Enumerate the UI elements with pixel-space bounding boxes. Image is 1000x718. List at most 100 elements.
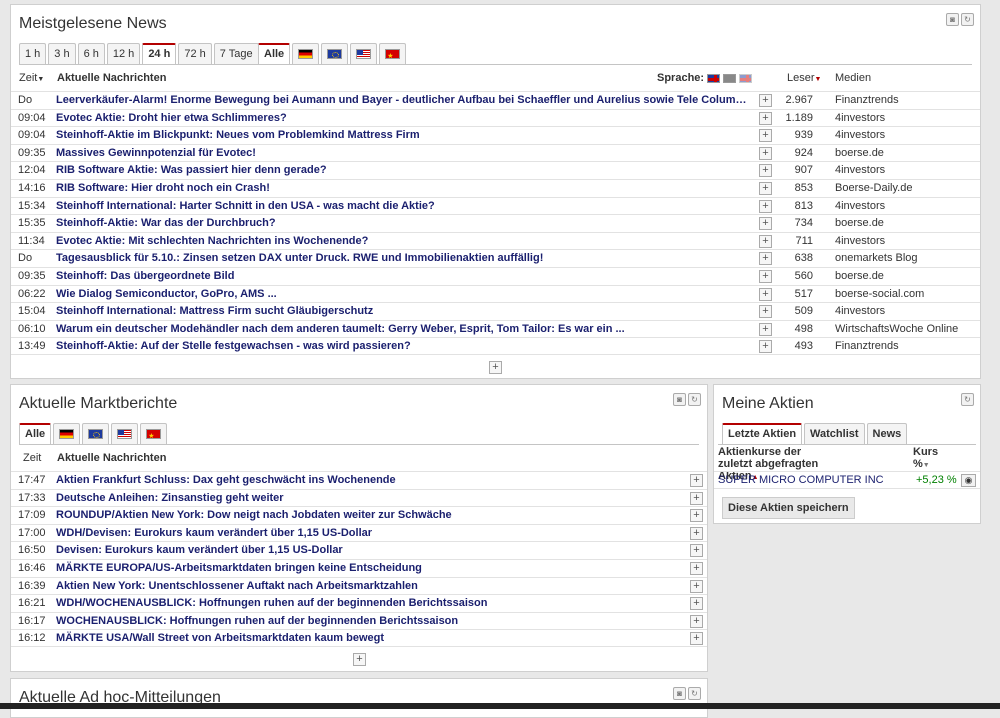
table-row[interactable]: 14:16 RIB Software: Hier droht noch ein C… <box>11 179 980 197</box>
tab-12h[interactable]: 12 h <box>106 43 141 64</box>
uk-flag-icon[interactable] <box>707 73 721 83</box>
table-row[interactable]: 16:39 Aktien New York: Unentschlossener A… <box>11 576 707 595</box>
refresh-icon[interactable]: ↻ <box>961 13 974 26</box>
expand-plus-icon[interactable]: + <box>690 491 703 505</box>
expand-plus-icon[interactable]: + <box>690 562 703 575</box>
tab-news[interactable]: News <box>866 423 908 444</box>
table-row[interactable]: 09:04 Steinhoff-Aktie im Blickpunkt: Neue… <box>11 126 980 144</box>
row-title-link[interactable]: Evotec Aktie: Droht hier etwa Schlimmere… <box>56 110 751 127</box>
table-row[interactable]: 09:35 Steinhoff: Das übergeordnete Bild +5… <box>11 267 980 285</box>
refresh-icon[interactable]: ↻ <box>961 393 974 406</box>
expand-plus-icon[interactable]: + <box>690 614 703 628</box>
row-title-link[interactable]: ROUNDUP/Aktien New York: Dow neigt nach … <box>56 507 676 524</box>
tab-europe[interactable] <box>321 43 349 64</box>
rss-icon[interactable]: ◙ <box>673 393 686 406</box>
row-title-link[interactable]: Warum ein deutscher Modehändler nach dem… <box>56 321 751 338</box>
row-title-link[interactable]: WOCHENAUSBLICK: Hoffnungen ruhen auf der… <box>56 613 676 630</box>
expand-plus-icon[interactable]: + <box>690 509 703 523</box>
row-title-link[interactable]: Steinhoff International: Harter Schnitt … <box>56 198 751 215</box>
tab-china[interactable] <box>140 423 168 447</box>
row-title-link[interactable]: RIB Software: Hier droht noch ein Crash! <box>56 180 751 197</box>
row-title-link[interactable]: Deutsche Anleihen: Zinsanstieg geht weit… <box>56 490 676 507</box>
eye-icon[interactable]: ◉ <box>961 474 976 487</box>
more-news-button[interactable]: + <box>489 361 502 374</box>
expand-plus-icon[interactable]: + <box>690 632 703 646</box>
row-title-link[interactable]: Steinhoff: Das übergeordnete Bild <box>56 268 751 285</box>
table-row[interactable]: Do Tagesausblick für 5.10.: Zinsen setzen… <box>11 249 980 267</box>
row-title-link[interactable]: MÄRKTE USA/Wall Street von Arbeitsmarktd… <box>56 630 676 647</box>
table-row[interactable]: 17:47 Aktien Frankfurt Schluss: Dax geht … <box>11 471 707 489</box>
tab-last-stocks[interactable]: Letzte Aktien <box>722 423 803 444</box>
table-row[interactable]: 06:10 Warum ein deutscher Modehändler nac… <box>11 319 980 338</box>
table-row[interactable]: 09:35 Massives Gewinnpotenzial für Evotec… <box>11 143 980 162</box>
rss-icon[interactable]: ◙ <box>946 13 959 26</box>
table-row[interactable]: 17:00 WDH/Devisen: Eurokurs kaum veränder… <box>11 523 707 542</box>
tab-24h[interactable]: 24 h <box>142 43 177 64</box>
table-row[interactable]: 06:22 Wie Dialog Semiconductor, GoPro, AM… <box>11 284 980 303</box>
tab-german[interactable] <box>292 43 320 64</box>
stock-name[interactable]: SUPER MICRO COMPUTER INC <box>718 472 884 489</box>
col-change-header[interactable]: Kurs %▼ <box>913 446 938 472</box>
tab-watchlist[interactable]: Watchlist <box>804 423 865 444</box>
tab-china[interactable] <box>379 43 407 67</box>
row-title-link[interactable]: Steinhoff-Aktie: Auf der Stelle festgewa… <box>56 338 751 355</box>
row-title-link[interactable]: Steinhoff-Aktie im Blickpunkt: Neues vom… <box>56 127 751 144</box>
expand-plus-icon[interactable]: + <box>690 474 703 487</box>
table-row[interactable]: 15:35 Steinhoff-Aktie: War das der Durchb… <box>11 214 980 232</box>
table-row[interactable]: 12:04 RIB Software Aktie: Was passiert hi… <box>11 161 980 179</box>
table-row[interactable]: 16:12 MÄRKTE USA/Wall Street von Arbeitsm… <box>11 629 707 647</box>
tab-usa[interactable] <box>350 43 378 64</box>
tab-usa[interactable] <box>111 423 139 444</box>
col-readers-header[interactable]: Leser▼ <box>787 72 821 84</box>
tab-all-languages[interactable]: Alle <box>258 43 291 64</box>
row-title-link[interactable]: Steinhoff-Aktie: War das der Durchbruch? <box>56 215 751 232</box>
table-row[interactable]: 16:50 Devisen: Eurokurs kaum verändert üb… <box>11 541 707 559</box>
row-title-link[interactable]: Steinhoff International: Mattress Firm s… <box>56 303 751 320</box>
expand-plus-icon[interactable]: + <box>690 597 703 611</box>
row-title-link[interactable]: WDH/Devisen: Eurokurs kaum verändert übe… <box>56 525 676 542</box>
table-row[interactable]: 16:46 MÄRKTE EUROPA/US-Arbeitsmarktdaten … <box>11 559 707 577</box>
row-title-link[interactable]: Aktien New York: Unentschlossener Auftak… <box>56 578 676 595</box>
expand-plus-icon[interactable]: + <box>690 579 703 593</box>
table-row[interactable]: 15:04 Steinhoff International: Mattress F… <box>11 302 980 320</box>
table-row[interactable]: 11:34 Evotec Aktie: Mit schlechten Nachri… <box>11 231 980 250</box>
col-time-header[interactable]: Zeit▼ <box>19 72 44 84</box>
row-title-link[interactable]: RIB Software Aktie: Was passiert hier de… <box>56 162 751 179</box>
tab-72h[interactable]: 72 h <box>178 43 212 64</box>
more-reports-button[interactable]: + <box>353 653 366 666</box>
table-row[interactable]: 16:21 WDH/WOCHENAUSBLICK: Hoffnungen ruhe… <box>11 594 707 612</box>
row-title-link[interactable]: Tagesausblick für 5.10.: Zinsen setzen D… <box>56 250 751 267</box>
save-stocks-button[interactable]: Diese Aktien speichern <box>722 497 855 519</box>
table-row[interactable]: 17:09 ROUNDUP/Aktien New York: Dow neigt … <box>11 506 707 524</box>
table-row[interactable]: 16:17 WOCHENAUSBLICK: Hoffnungen ruhen au… <box>11 611 707 630</box>
refresh-icon[interactable]: ↻ <box>688 393 701 406</box>
table-row[interactable]: 13:49 Steinhoff-Aktie: Auf der Stelle fes… <box>11 337 980 355</box>
tab-1h[interactable]: 1 h <box>19 43 47 64</box>
stock-row[interactable]: SUPER MICRO COMPUTER INC +5,23 % ◉ <box>714 471 980 489</box>
tab-german[interactable] <box>53 423 81 444</box>
refresh-icon[interactable]: ↻ <box>688 687 701 700</box>
row-title-link[interactable]: Devisen: Eurokurs kaum verändert über 1,… <box>56 542 676 559</box>
expand-plus-icon[interactable]: + <box>690 526 703 540</box>
row-title-link[interactable]: Massives Gewinnpotenzial für Evotec! <box>56 145 751 162</box>
row-title-link[interactable]: Evotec Aktie: Mit schlechten Nachrichten… <box>56 233 751 250</box>
table-row[interactable]: 15:34 Steinhoff International: Harter Sch… <box>11 196 980 215</box>
tab-7-tage[interactable]: 7 Tage <box>213 43 259 64</box>
table-row[interactable]: 09:04 Evotec Aktie: Droht hier etwa Schli… <box>11 108 980 127</box>
gray-flag-icon[interactable] <box>723 73 737 83</box>
table-row[interactable]: 17:33 Deutsche Anleihen: Zinsanstieg geht… <box>11 488 707 507</box>
rss-icon[interactable]: ◙ <box>673 687 686 700</box>
tab-6h[interactable]: 6 h <box>77 43 105 64</box>
row-title-link[interactable]: Wie Dialog Semiconductor, GoPro, AMS ... <box>56 286 751 303</box>
expand-plus-icon[interactable]: + <box>690 544 703 558</box>
uk-flag-gray-icon[interactable] <box>739 73 753 83</box>
row-title-link[interactable]: Leerverkäufer-Alarm! Enorme Bewegung bei… <box>56 92 751 109</box>
tab-europe[interactable] <box>82 423 110 444</box>
row-title-link[interactable]: Aktien Frankfurt Schluss: Dax geht gesch… <box>56 472 676 489</box>
table-row[interactable]: Do Leerverkäufer-Alarm! Enorme Bewegung b… <box>11 91 980 109</box>
tab-3h[interactable]: 3 h <box>48 43 76 64</box>
row-title-link[interactable]: MÄRKTE EUROPA/US-Arbeitsmarktdaten bring… <box>56 560 676 577</box>
row-title-link[interactable]: WDH/WOCHENAUSBLICK: Hoffnungen ruhen auf… <box>56 595 676 612</box>
my-stocks-panel: Meine Aktien ↻ Letzte Aktien Watchlist N… <box>713 384 981 524</box>
tab-all-languages[interactable]: Alle <box>19 423 52 444</box>
